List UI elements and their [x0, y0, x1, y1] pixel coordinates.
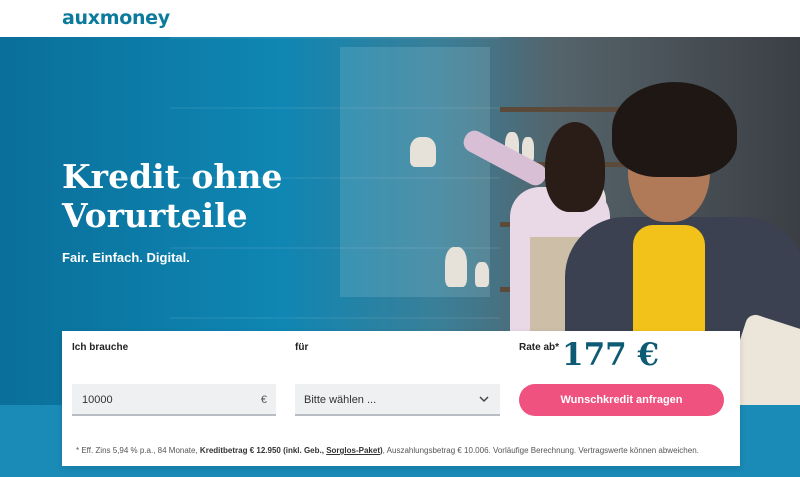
top-bar: auxmoney	[0, 0, 800, 37]
shelf	[500, 107, 630, 112]
man-hair	[612, 82, 737, 177]
request-loan-button[interactable]: Wunschkredit anfragen	[519, 384, 724, 416]
vase	[475, 262, 489, 287]
purpose-placeholder: Bitte wählen ...	[304, 394, 377, 406]
loan-calculator-card: Ich brauche für 10000 € Bitte wählen ...…	[62, 331, 740, 466]
footnote-text-2: , Auszahlungsbetrag € 10.006. Vorläufige…	[382, 446, 699, 455]
vase	[410, 137, 436, 167]
rate-value: 177 €	[562, 337, 660, 373]
vase	[445, 247, 467, 287]
currency-symbol: €	[260, 394, 267, 406]
footnote: * Eff. Zins 5,94 % p.a., 84 Monate, Kred…	[76, 446, 736, 455]
amount-input[interactable]: 10000 €	[72, 384, 276, 416]
amount-value: 10000	[82, 394, 113, 406]
hero-tagline: Fair. Einfach. Digital.	[62, 250, 190, 265]
auxmoney-logo[interactable]: auxmoney	[62, 7, 170, 29]
hero-headline: Kredit ohne Vorurteile	[62, 157, 362, 235]
amount-label: Ich brauche	[72, 342, 129, 353]
chevron-down-icon	[479, 396, 489, 403]
purpose-label: für	[295, 342, 309, 353]
rate-label: Rate ab*	[519, 342, 560, 353]
sorglos-paket-link[interactable]: Sorglos-Paket	[326, 446, 380, 455]
headline-line-1: Kredit ohne	[62, 157, 283, 196]
purpose-select[interactable]: Bitte wählen ...	[295, 384, 500, 416]
footnote-bold: Kreditbetrag € 12.950 (inkl. Geb.,	[199, 446, 327, 455]
footnote-text: * Eff. Zins 5,94 % p.a., 84 Monate,	[76, 446, 200, 455]
woman-hair	[545, 122, 605, 212]
headline-line-2: Vorurteile	[62, 196, 248, 235]
